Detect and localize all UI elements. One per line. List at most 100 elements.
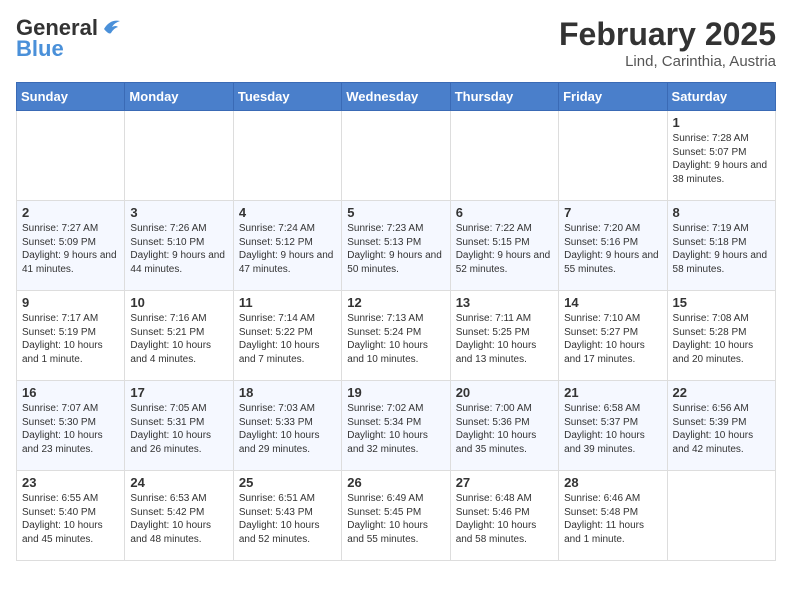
- day-number: 1: [673, 115, 770, 130]
- day-number: 20: [456, 385, 553, 400]
- day-number: 5: [347, 205, 444, 220]
- calendar-cell: 20 Sunrise: 7:00 AM Sunset: 5:36 PM Dayli…: [450, 381, 558, 471]
- calendar-cell: 5 Sunrise: 7:23 AM Sunset: 5:13 PM Daylig…: [342, 201, 450, 291]
- day-details: Sunrise: 7:20 AM Sunset: 5:16 PM Dayligh…: [564, 222, 661, 276]
- calendar-cell: 15 Sunrise: 7:08 AM Sunset: 5:28 PM Dayli…: [667, 291, 775, 381]
- col-header-monday: Monday: [125, 83, 233, 111]
- calendar-cell: 1 Sunrise: 7:28 AM Sunset: 5:07 PM Daylig…: [667, 111, 775, 201]
- calendar-cell: 9 Sunrise: 7:17 AM Sunset: 5:19 PM Daylig…: [17, 291, 125, 381]
- calendar-cell: 8 Sunrise: 7:19 AM Sunset: 5:18 PM Daylig…: [667, 201, 775, 291]
- calendar-cell: [450, 111, 558, 201]
- calendar-cell: 14 Sunrise: 7:10 AM Sunset: 5:27 PM Dayli…: [559, 291, 667, 381]
- day-number: 21: [564, 385, 661, 400]
- calendar-cell: [342, 111, 450, 201]
- day-details: Sunrise: 7:08 AM Sunset: 5:28 PM Dayligh…: [673, 312, 770, 366]
- day-details: Sunrise: 7:11 AM Sunset: 5:25 PM Dayligh…: [456, 312, 553, 366]
- day-details: Sunrise: 7:03 AM Sunset: 5:33 PM Dayligh…: [239, 402, 336, 456]
- day-details: Sunrise: 7:24 AM Sunset: 5:12 PM Dayligh…: [239, 222, 336, 276]
- day-details: Sunrise: 7:10 AM Sunset: 5:27 PM Dayligh…: [564, 312, 661, 366]
- day-number: 16: [22, 385, 119, 400]
- day-details: Sunrise: 7:19 AM Sunset: 5:18 PM Dayligh…: [673, 222, 770, 276]
- day-details: Sunrise: 7:27 AM Sunset: 5:09 PM Dayligh…: [22, 222, 119, 276]
- day-details: Sunrise: 7:13 AM Sunset: 5:24 PM Dayligh…: [347, 312, 444, 366]
- calendar-cell: 19Sunrise: 7:02 AM Sunset: 5:34 PM Dayli…: [342, 381, 450, 471]
- col-header-friday: Friday: [559, 83, 667, 111]
- day-number: 17: [130, 385, 227, 400]
- calendar-cell: 17 Sunrise: 7:05 AM Sunset: 5:31 PM Dayli…: [125, 381, 233, 471]
- calendar-cell: 11 Sunrise: 7:14 AM Sunset: 5:22 PM Dayli…: [233, 291, 341, 381]
- col-header-wednesday: Wednesday: [342, 83, 450, 111]
- day-number: 8: [673, 205, 770, 220]
- day-details: Sunrise: 6:55 AM Sunset: 5:40 PM Dayligh…: [22, 492, 119, 546]
- day-details: Sunrise: 6:58 AM Sunset: 5:37 PM Dayligh…: [564, 402, 661, 456]
- day-number: 7: [564, 205, 661, 220]
- calendar-cell: 28 Sunrise: 6:46 AM Sunset: 5:48 PM Dayli…: [559, 471, 667, 561]
- calendar-cell: [17, 111, 125, 201]
- day-details: Sunrise: 7:00 AM Sunset: 5:36 PM Dayligh…: [456, 402, 553, 456]
- day-number: 11: [239, 295, 336, 310]
- col-header-sunday: Sunday: [17, 83, 125, 111]
- calendar-table: SundayMondayTuesdayWednesdayThursdayFrid…: [16, 82, 776, 561]
- day-details: Sunrise: 7:28 AM Sunset: 5:07 PM Dayligh…: [673, 132, 770, 186]
- day-details: Sunrise: 6:53 AM Sunset: 5:42 PM Dayligh…: [130, 492, 227, 546]
- day-number: 22: [673, 385, 770, 400]
- day-number: 2: [22, 205, 119, 220]
- day-number: 15: [673, 295, 770, 310]
- calendar-week-row: 16 Sunrise: 7:07 AM Sunset: 5:30 PM Dayli…: [17, 381, 776, 471]
- calendar-week-row: 1 Sunrise: 7:28 AM Sunset: 5:07 PM Daylig…: [17, 111, 776, 201]
- calendar-cell: [125, 111, 233, 201]
- calendar-cell: 4 Sunrise: 7:24 AM Sunset: 5:12 PM Daylig…: [233, 201, 341, 291]
- day-details: Sunrise: 6:51 AM Sunset: 5:43 PM Dayligh…: [239, 492, 336, 546]
- day-number: 10: [130, 295, 227, 310]
- day-number: 25: [239, 475, 336, 490]
- calendar-week-row: 2 Sunrise: 7:27 AM Sunset: 5:09 PM Daylig…: [17, 201, 776, 291]
- day-details: Sunrise: 7:02 AM Sunset: 5:34 PM Dayligh…: [347, 402, 444, 456]
- calendar-cell: 3Sunrise: 7:26 AM Sunset: 5:10 PM Daylig…: [125, 201, 233, 291]
- day-number: 26: [347, 475, 444, 490]
- day-details: Sunrise: 7:14 AM Sunset: 5:22 PM Dayligh…: [239, 312, 336, 366]
- calendar-cell: 13 Sunrise: 7:11 AM Sunset: 5:25 PM Dayli…: [450, 291, 558, 381]
- day-number: 4: [239, 205, 336, 220]
- day-number: 28: [564, 475, 661, 490]
- logo-bird-icon: [100, 15, 122, 37]
- day-details: Sunrise: 7:16 AM Sunset: 5:21 PM Dayligh…: [130, 312, 227, 366]
- calendar-cell: 7 Sunrise: 7:20 AM Sunset: 5:16 PM Daylig…: [559, 201, 667, 291]
- calendar-cell: [233, 111, 341, 201]
- day-details: Sunrise: 6:56 AM Sunset: 5:39 PM Dayligh…: [673, 402, 770, 456]
- calendar-cell: 16 Sunrise: 7:07 AM Sunset: 5:30 PM Dayli…: [17, 381, 125, 471]
- calendar-cell: 26 Sunrise: 6:49 AM Sunset: 5:45 PM Dayli…: [342, 471, 450, 561]
- calendar-cell: 18 Sunrise: 7:03 AM Sunset: 5:33 PM Dayli…: [233, 381, 341, 471]
- day-number: 12: [347, 295, 444, 310]
- col-header-thursday: Thursday: [450, 83, 558, 111]
- calendar-cell: 25 Sunrise: 6:51 AM Sunset: 5:43 PM Dayli…: [233, 471, 341, 561]
- calendar-cell: 10 Sunrise: 7:16 AM Sunset: 5:21 PM Dayli…: [125, 291, 233, 381]
- day-details: Sunrise: 6:49 AM Sunset: 5:45 PM Dayligh…: [347, 492, 444, 546]
- col-header-saturday: Saturday: [667, 83, 775, 111]
- calendar-week-row: 9 Sunrise: 7:17 AM Sunset: 5:19 PM Daylig…: [17, 291, 776, 381]
- calendar-cell: 12 Sunrise: 7:13 AM Sunset: 5:24 PM Dayli…: [342, 291, 450, 381]
- calendar-cell: 27Sunrise: 6:48 AM Sunset: 5:46 PM Dayli…: [450, 471, 558, 561]
- day-number: 6: [456, 205, 553, 220]
- day-details: Sunrise: 6:48 AM Sunset: 5:46 PM Dayligh…: [456, 492, 553, 546]
- day-details: Sunrise: 7:22 AM Sunset: 5:15 PM Dayligh…: [456, 222, 553, 276]
- day-number: 14: [564, 295, 661, 310]
- logo: General Blue: [16, 16, 122, 62]
- day-number: 18: [239, 385, 336, 400]
- calendar-cell: [559, 111, 667, 201]
- day-number: 13: [456, 295, 553, 310]
- title-area: February 2025 Lind, Carinthia, Austria: [559, 16, 776, 70]
- day-number: 23: [22, 475, 119, 490]
- calendar-cell: [667, 471, 775, 561]
- day-details: Sunrise: 6:46 AM Sunset: 5:48 PM Dayligh…: [564, 492, 661, 546]
- day-details: Sunrise: 7:23 AM Sunset: 5:13 PM Dayligh…: [347, 222, 444, 276]
- calendar-cell: 6 Sunrise: 7:22 AM Sunset: 5:15 PM Daylig…: [450, 201, 558, 291]
- day-details: Sunrise: 7:17 AM Sunset: 5:19 PM Dayligh…: [22, 312, 119, 366]
- day-details: Sunrise: 7:26 AM Sunset: 5:10 PM Dayligh…: [130, 222, 227, 276]
- calendar-header-row: SundayMondayTuesdayWednesdayThursdayFrid…: [17, 83, 776, 111]
- day-number: 24: [130, 475, 227, 490]
- day-details: Sunrise: 7:07 AM Sunset: 5:30 PM Dayligh…: [22, 402, 119, 456]
- day-details: Sunrise: 7:05 AM Sunset: 5:31 PM Dayligh…: [130, 402, 227, 456]
- calendar-cell: 23 Sunrise: 6:55 AM Sunset: 5:40 PM Dayli…: [17, 471, 125, 561]
- calendar-week-row: 23 Sunrise: 6:55 AM Sunset: 5:40 PM Dayli…: [17, 471, 776, 561]
- day-number: 9: [22, 295, 119, 310]
